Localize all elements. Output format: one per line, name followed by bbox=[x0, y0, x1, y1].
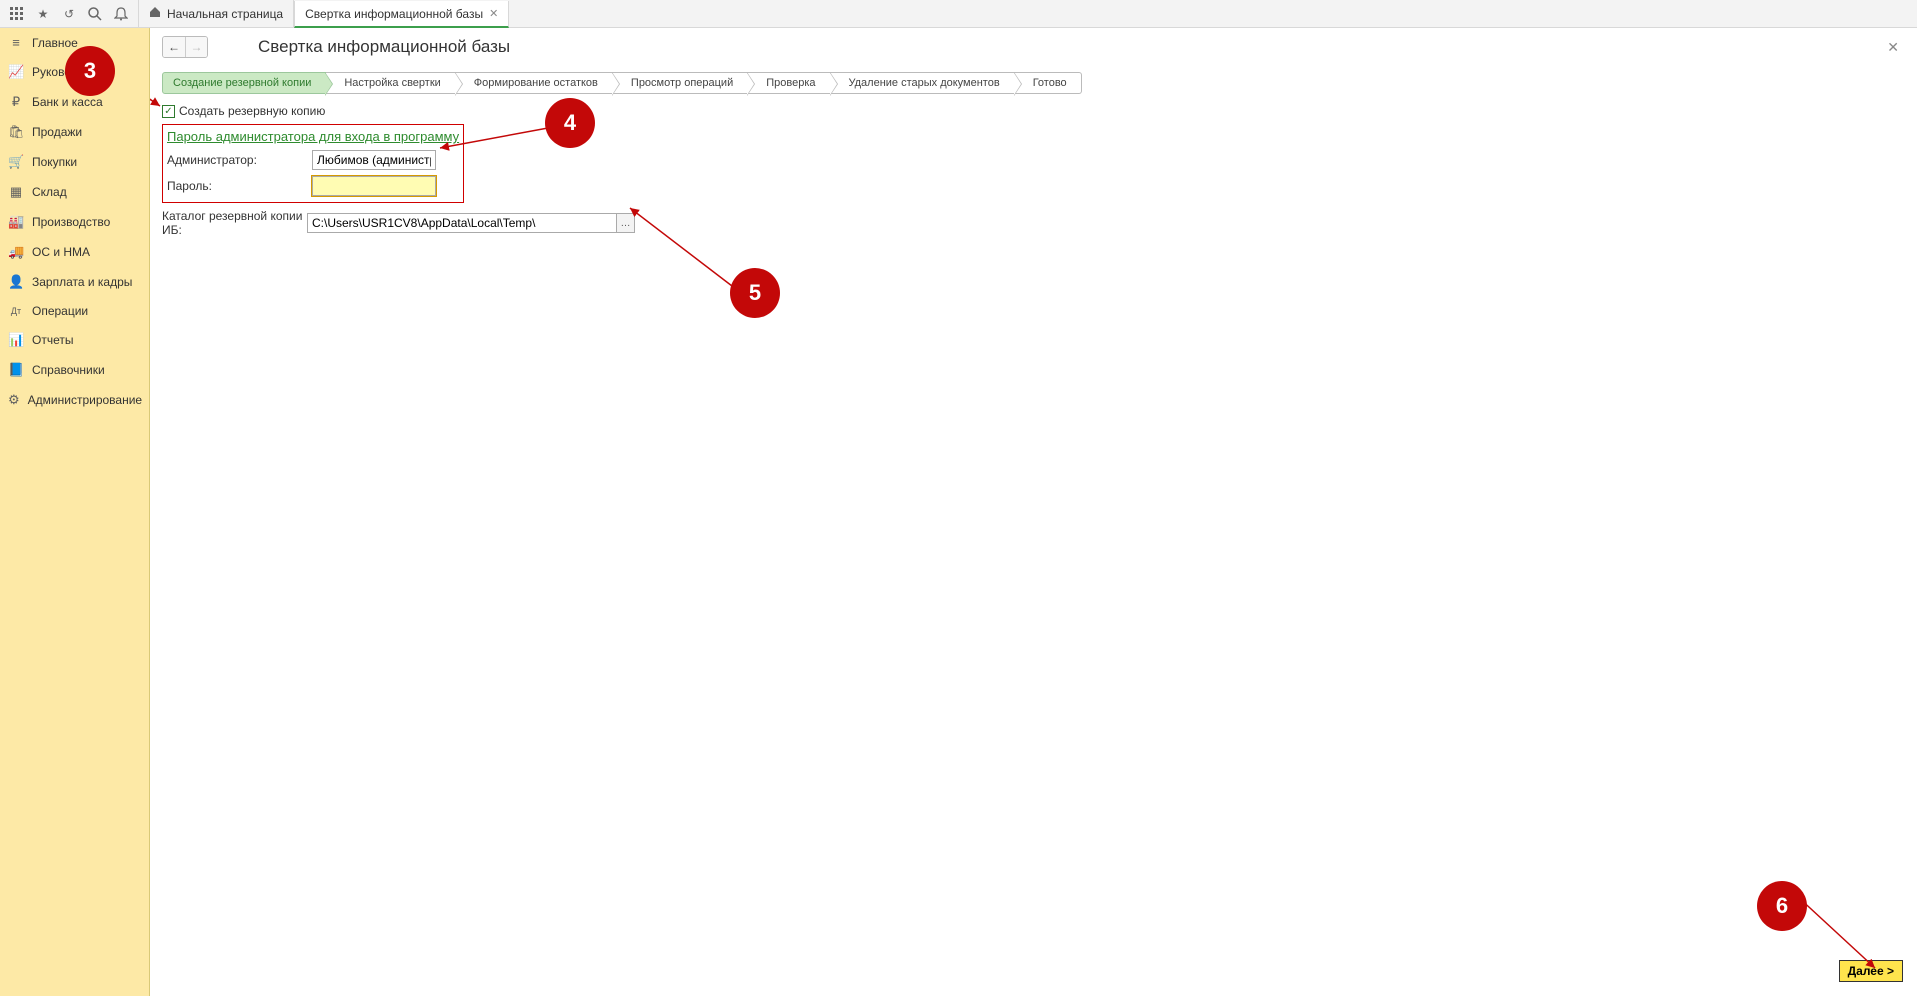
bag-icon: 🛍 bbox=[8, 124, 24, 140]
sidebar-item-main[interactable]: ≡ Главное bbox=[0, 28, 149, 57]
footer: Далее > bbox=[1839, 960, 1903, 982]
history-icon[interactable]: ↺ bbox=[56, 0, 82, 28]
workspace: ≡ Главное 📈 Руководителю ₽ Банк и касса 🛍 Пр… bbox=[0, 28, 1917, 996]
wizard-step-delete[interactable]: Удаление старых документов bbox=[831, 72, 1015, 94]
sidebar-item-label: Банк и касса bbox=[32, 95, 103, 109]
wizard-step-label: Просмотр операций bbox=[631, 77, 733, 89]
wizard-steps: Создание резервной копии Настройка сверт… bbox=[162, 72, 1917, 94]
ruble-icon: ₽ bbox=[8, 94, 24, 110]
create-backup-checkbox[interactable]: ✓ bbox=[162, 105, 175, 118]
person-icon: 👤 bbox=[8, 274, 24, 290]
sidebar-item-label: Производство bbox=[32, 215, 110, 229]
topbar-icon-group: ★ ↺ bbox=[0, 0, 138, 27]
annotation-bubble-6: 6 bbox=[1757, 881, 1807, 931]
next-button-label: Далее > bbox=[1848, 964, 1894, 978]
factory-icon: 🏭 bbox=[8, 214, 24, 230]
star-icon[interactable]: ★ bbox=[30, 0, 56, 28]
back-button[interactable]: ← bbox=[163, 37, 185, 57]
close-icon[interactable]: ✕ bbox=[489, 7, 498, 20]
menu-icon: ≡ bbox=[8, 35, 24, 50]
wizard-step-done[interactable]: Готово bbox=[1015, 72, 1082, 94]
tab-active[interactable]: Свертка информационной базы ✕ bbox=[294, 1, 509, 28]
admin-password-section: Пароль администратора для входа в програ… bbox=[162, 124, 464, 203]
forward-button[interactable]: → bbox=[185, 37, 207, 57]
wizard-step-label: Проверка bbox=[766, 77, 815, 89]
annotation-bubble-5: 5 bbox=[730, 268, 780, 318]
sidebar-item-warehouse[interactable]: ▦ Склад bbox=[0, 177, 149, 207]
sidebar-item-hr[interactable]: 👤 Зарплата и кадры bbox=[0, 267, 149, 297]
browse-button[interactable]: … bbox=[617, 213, 635, 233]
main-header: ← → Свертка информационной базы ✕ bbox=[150, 28, 1917, 66]
sidebar-item-operations[interactable]: Дт Операции bbox=[0, 297, 149, 325]
backup-path-input[interactable] bbox=[307, 213, 617, 233]
home-icon bbox=[149, 6, 161, 21]
wizard-step-forming[interactable]: Формирование остатков bbox=[456, 72, 613, 94]
cart-icon: 🛒 bbox=[8, 154, 24, 170]
truck-icon: 🚚 bbox=[8, 244, 24, 260]
sidebar: ≡ Главное 📈 Руководителю ₽ Банк и касса 🛍 Пр… bbox=[0, 28, 150, 996]
wizard-step-backup[interactable]: Создание резервной копии bbox=[162, 72, 326, 94]
sidebar-item-label: Администрирование bbox=[28, 393, 142, 407]
sidebar-item-label: Зарплата и кадры bbox=[32, 275, 132, 289]
sidebar-item-label: ОС и НМА bbox=[32, 245, 90, 259]
tab-home[interactable]: Начальная страница bbox=[138, 0, 294, 27]
search-icon[interactable] bbox=[82, 0, 108, 28]
create-backup-row: ✓ Создать резервную копию bbox=[162, 104, 1905, 118]
sidebar-item-label: Главное bbox=[32, 36, 78, 50]
sidebar-item-admin[interactable]: ⚙ Администрирование bbox=[0, 385, 149, 415]
gear-icon: ⚙ bbox=[8, 392, 20, 408]
sidebar-item-production[interactable]: 🏭 Производство bbox=[0, 207, 149, 237]
section-title: Пароль администратора для входа в програ… bbox=[167, 129, 459, 144]
next-button[interactable]: Далее > bbox=[1839, 960, 1903, 982]
page-title: Свертка информационной базы bbox=[258, 37, 510, 57]
apps-icon[interactable] bbox=[4, 0, 30, 28]
chart-icon: 📈 bbox=[8, 64, 24, 80]
sidebar-item-purchase[interactable]: 🛒 Покупки bbox=[0, 147, 149, 177]
password-input[interactable] bbox=[312, 176, 436, 196]
wizard-step-label: Настройка свертки bbox=[344, 77, 440, 89]
sidebar-item-assets[interactable]: 🚚 ОС и НМА bbox=[0, 237, 149, 267]
main-panel: ← → Свертка информационной базы ✕ Создан… bbox=[150, 28, 1917, 996]
bell-icon[interactable] bbox=[108, 0, 134, 28]
sidebar-item-label: Отчеты bbox=[32, 333, 73, 347]
sidebar-item-label: Операции bbox=[32, 304, 88, 318]
backup-path-label: Каталог резервной копии ИБ: bbox=[162, 209, 307, 237]
sidebar-item-label: Покупки bbox=[32, 155, 77, 169]
sidebar-item-reports[interactable]: 📊 Отчеты bbox=[0, 325, 149, 355]
wizard-step-label: Создание резервной копии bbox=[173, 77, 311, 89]
sidebar-item-bank[interactable]: ₽ Банк и касса bbox=[0, 87, 149, 117]
sidebar-item-sales[interactable]: 🛍 Продажи bbox=[0, 117, 149, 147]
close-panel-icon[interactable]: ✕ bbox=[1887, 39, 1905, 56]
nav-buttons: ← → bbox=[162, 36, 208, 58]
tab-active-label: Свертка информационной базы bbox=[305, 7, 483, 21]
dtkt-icon: Дт bbox=[8, 306, 24, 316]
admin-label: Администратор: bbox=[167, 153, 312, 167]
create-backup-label: Создать резервную копию bbox=[179, 104, 325, 118]
wizard-step-label: Удаление старых документов bbox=[849, 77, 1000, 89]
sidebar-item-label: Справочники bbox=[32, 363, 105, 377]
password-label: Пароль: bbox=[167, 179, 312, 193]
sidebar-item-manager[interactable]: 📈 Руководителю bbox=[0, 57, 149, 87]
wizard-step-settings[interactable]: Настройка свертки bbox=[326, 72, 455, 94]
wizard-step-check[interactable]: Проверка bbox=[748, 72, 830, 94]
tab-home-label: Начальная страница bbox=[167, 7, 283, 21]
wizard-step-view[interactable]: Просмотр операций bbox=[613, 72, 748, 94]
form-area: ✓ Создать резервную копию Пароль админис… bbox=[150, 104, 1917, 237]
wizard-step-label: Готово bbox=[1033, 77, 1067, 89]
grid-icon: ▦ bbox=[8, 184, 24, 200]
sidebar-item-label: Руководителю bbox=[32, 65, 112, 79]
sidebar-item-refs[interactable]: 📘 Справочники bbox=[0, 355, 149, 385]
wizard-step-label: Формирование остатков bbox=[474, 77, 598, 89]
barchart-icon: 📊 bbox=[8, 332, 24, 348]
sidebar-item-label: Продажи bbox=[32, 125, 82, 139]
book-icon: 📘 bbox=[8, 362, 24, 378]
sidebar-item-label: Склад bbox=[32, 185, 67, 199]
top-bar: ★ ↺ Начальная страница Свертка информаци… bbox=[0, 0, 1917, 28]
admin-input[interactable] bbox=[312, 150, 436, 170]
